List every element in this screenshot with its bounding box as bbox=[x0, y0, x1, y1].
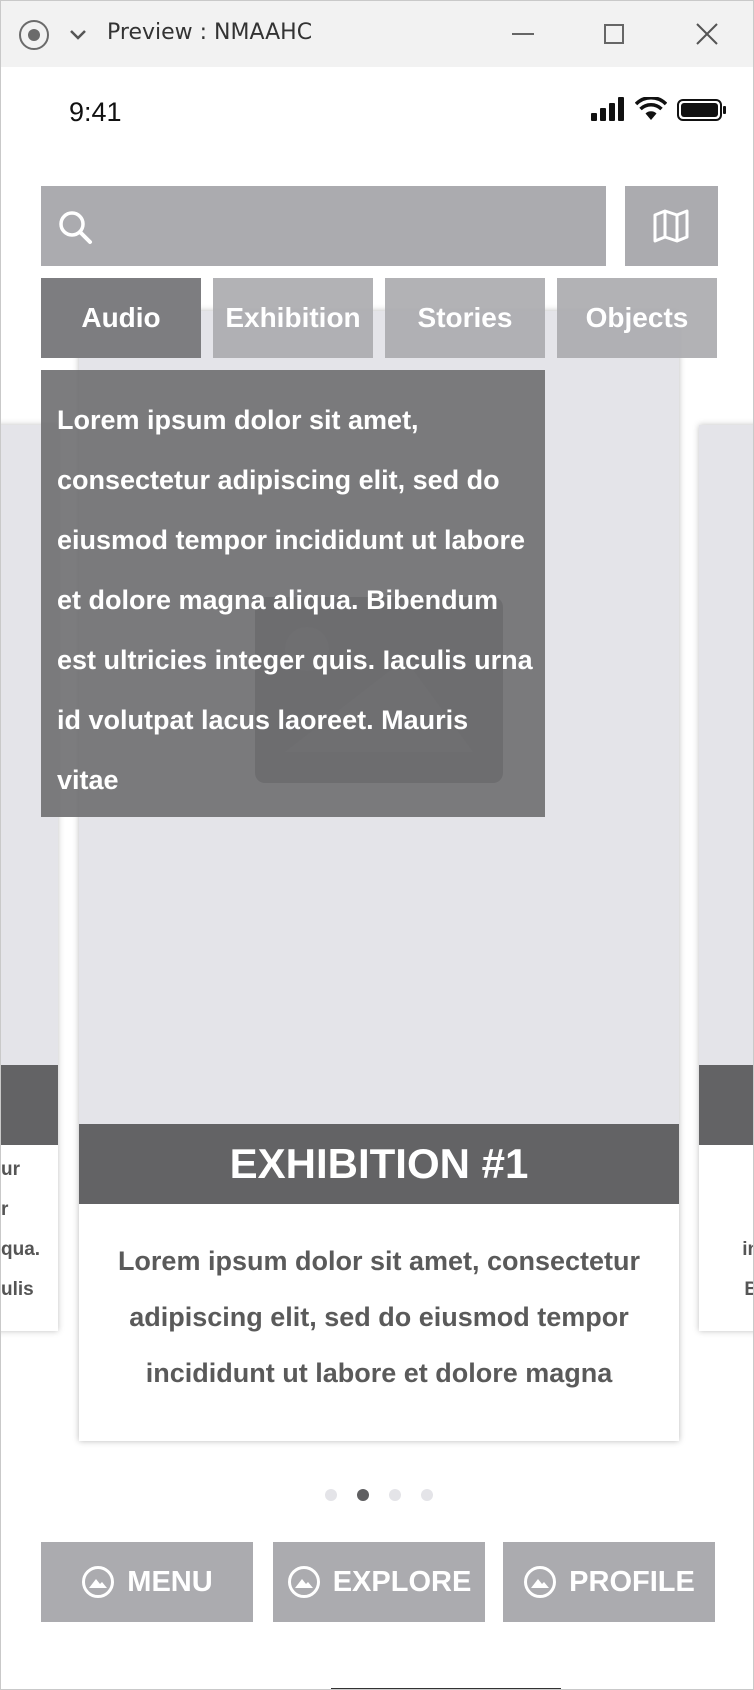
battery-icon bbox=[677, 99, 726, 121]
tab-audio[interactable]: Audio bbox=[41, 278, 201, 358]
maximize-button[interactable] bbox=[604, 24, 624, 44]
map-icon bbox=[653, 209, 689, 243]
status-time: 9:41 bbox=[69, 97, 122, 127]
window-title: Preview : NMAAHC bbox=[107, 20, 313, 45]
tab-objects[interactable]: Objects bbox=[557, 278, 717, 358]
pagination-dot[interactable] bbox=[325, 1489, 337, 1501]
minimize-button[interactable] bbox=[512, 33, 534, 35]
pagination-dot[interactable] bbox=[421, 1489, 433, 1501]
window-title-bar: Preview : NMAAHC bbox=[1, 1, 753, 67]
card-title: EXHIBITION #1 bbox=[79, 1124, 679, 1204]
card-description: Lorem ipsum dolor sit amet, consectetur … bbox=[117, 1246, 641, 1388]
profile-label: PROFILE bbox=[569, 1565, 695, 1598]
carousel-card-next[interactable]: Lo a inci Bib bbox=[699, 425, 753, 1331]
menu-button[interactable]: MENU bbox=[41, 1542, 253, 1622]
image-icon bbox=[524, 1566, 557, 1598]
chevron-down-icon[interactable] bbox=[67, 23, 89, 45]
card-title-band bbox=[1, 1065, 58, 1145]
search-bar[interactable] bbox=[41, 186, 606, 266]
card-image-placeholder bbox=[699, 425, 753, 1065]
overlay-text: Lorem ipsum dolor sit amet, consectetur … bbox=[57, 405, 533, 795]
record-icon[interactable] bbox=[19, 20, 49, 50]
signal-icon bbox=[591, 97, 624, 121]
tab-exhibition[interactable]: Exhibition bbox=[213, 278, 373, 358]
wifi-icon bbox=[635, 97, 667, 120]
explore-button[interactable]: EXPLORE bbox=[273, 1542, 485, 1622]
card-description: ur r qua. ulis bbox=[1, 1159, 41, 1300]
pagination-dot[interactable] bbox=[389, 1489, 401, 1501]
explore-label: EXPLORE bbox=[332, 1565, 472, 1598]
image-icon bbox=[82, 1566, 115, 1598]
close-icon[interactable] bbox=[695, 22, 719, 46]
preview-window: Preview : NMAAHC 9:41 ur r qua. ulis i E… bbox=[0, 0, 754, 1690]
audio-description-overlay: Lorem ipsum dolor sit amet, consectetur … bbox=[41, 370, 545, 817]
card-title-band bbox=[699, 1065, 753, 1145]
tab-stories[interactable]: Stories bbox=[385, 278, 545, 358]
card-description: Lo a inci Bib bbox=[742, 1159, 753, 1300]
search-icon bbox=[59, 211, 92, 244]
image-icon bbox=[287, 1566, 320, 1598]
map-button[interactable] bbox=[625, 186, 718, 266]
profile-button[interactable]: PROFILE bbox=[503, 1542, 715, 1622]
pagination-dot-active[interactable] bbox=[357, 1489, 369, 1501]
menu-label: MENU bbox=[127, 1565, 213, 1598]
